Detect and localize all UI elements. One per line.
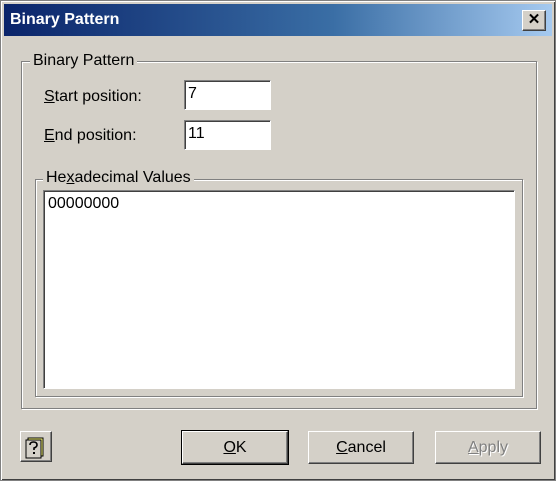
start-position-label: Start position: [44, 88, 142, 105]
close-icon: ✕ [527, 11, 541, 28]
apply-button[interactable]: Apply [435, 431, 541, 464]
hexadecimal-values-group-label: Hexadecimal Values [43, 169, 194, 187]
binary-pattern-group-label: Binary Pattern [30, 52, 138, 70]
title-bar[interactable]: Binary Pattern ✕ [4, 4, 552, 36]
close-button[interactable]: ✕ [522, 10, 546, 31]
start-position-input[interactable]: 7 [184, 80, 271, 110]
help-book-icon [25, 437, 44, 459]
cancel-button[interactable]: Cancel [308, 431, 414, 464]
hexadecimal-value-text: 00000000 [48, 195, 120, 212]
window-title: Binary Pattern [10, 11, 120, 28]
end-position-input[interactable]: 11 [184, 120, 271, 150]
ok-button[interactable]: OK [181, 430, 289, 465]
end-position-value: 11 [188, 125, 205, 142]
start-position-value: 7 [188, 85, 197, 102]
binary-pattern-dialog: Binary Pattern ✕ Binary Pattern Start po… [0, 0, 556, 481]
end-position-label: End position: [44, 127, 137, 144]
hexadecimal-values-textarea[interactable]: 00000000 [43, 190, 515, 389]
help-button[interactable] [20, 431, 52, 462]
